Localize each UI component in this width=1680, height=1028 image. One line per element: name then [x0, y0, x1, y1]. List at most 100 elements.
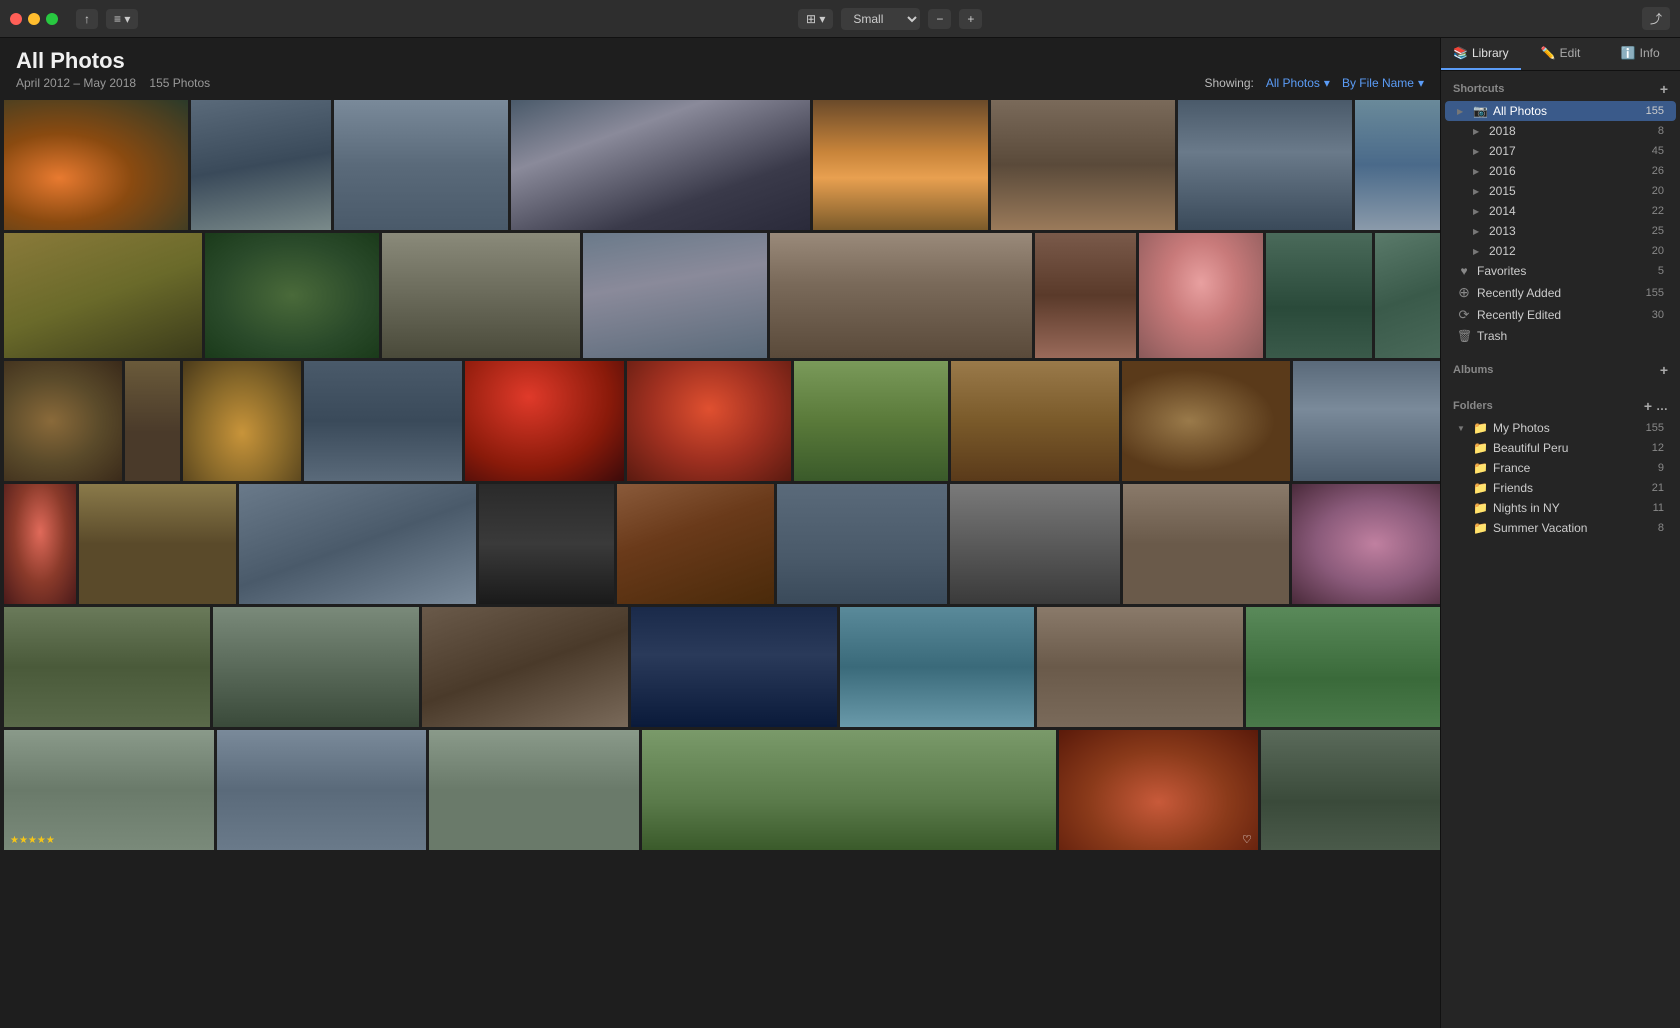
- view-button[interactable]: ⊞ ▾: [798, 9, 833, 29]
- year-2012-count: 20: [1652, 245, 1664, 257]
- sidebar-item-recently-added[interactable]: ⊕ Recently Added 155: [1445, 281, 1676, 304]
- photo-cell[interactable]: [1355, 100, 1440, 230]
- sidebar-item-summer-vacation[interactable]: 📁 Summer Vacation 8: [1445, 518, 1676, 538]
- photo-cell[interactable]: [4, 484, 76, 604]
- sidebar-item-my-photos[interactable]: ▼ 📁 My Photos 155: [1445, 418, 1676, 438]
- zoom-out-button[interactable]: −: [928, 9, 951, 29]
- sidebar-item-2012[interactable]: ▶ 2012 20: [1445, 241, 1676, 261]
- photo-cell[interactable]: [465, 361, 624, 481]
- tab-library[interactable]: 📚 Library: [1441, 38, 1521, 70]
- nights-in-ny-label: Nights in NY: [1493, 501, 1647, 515]
- sidebar-item-trash[interactable]: 🗑 Trash: [1445, 326, 1676, 346]
- photo-cell[interactable]: [1375, 233, 1440, 358]
- photo-cell[interactable]: [1261, 730, 1440, 850]
- photo-cell[interactable]: [4, 233, 202, 358]
- photo-cell[interactable]: [991, 100, 1175, 230]
- photo-cell[interactable]: [422, 607, 628, 727]
- edit-icon: ✏️: [1541, 46, 1556, 60]
- photo-cell[interactable]: [4, 607, 210, 727]
- favorites-label: Favorites: [1477, 264, 1652, 278]
- all-photos-count: 155: [1646, 105, 1664, 117]
- photo-cell[interactable]: [191, 100, 331, 230]
- photo-cell[interactable]: [794, 361, 948, 481]
- photo-cell[interactable]: ★★★★★: [4, 730, 214, 850]
- showing-dropdown[interactable]: All Photos ▾: [1266, 76, 1330, 90]
- sidebar-item-2013[interactable]: ▶ 2013 25: [1445, 221, 1676, 241]
- tab-info[interactable]: ℹ️ Info: [1600, 38, 1680, 70]
- sidebar-item-nights-in-ny[interactable]: 📁 Nights in NY 11: [1445, 498, 1676, 518]
- sort-dropdown[interactable]: By File Name ▾: [1342, 76, 1424, 90]
- content-meta: April 2012 – May 2018 155 Photos: [16, 76, 210, 90]
- photo-cell[interactable]: [1246, 607, 1440, 727]
- photo-cell[interactable]: [642, 730, 1056, 850]
- photo-cell[interactable]: [1139, 233, 1263, 358]
- add-album-button[interactable]: +: [1660, 362, 1668, 378]
- photo-cell[interactable]: [1037, 607, 1243, 727]
- friends-label: Friends: [1493, 481, 1646, 495]
- photo-cell[interactable]: [334, 100, 508, 230]
- shortcuts-label: Shortcuts: [1453, 83, 1504, 95]
- photo-cell[interactable]: [479, 484, 613, 604]
- sidebar-tabs: 📚 Library ✏️ Edit ℹ️ Info: [1441, 38, 1680, 71]
- photo-cell[interactable]: [511, 100, 810, 230]
- photo-cell[interactable]: [950, 484, 1120, 604]
- photo-cell[interactable]: [239, 484, 477, 604]
- sidebar-item-france[interactable]: 📁 France 9: [1445, 458, 1676, 478]
- fullscreen-button[interactable]: [46, 13, 58, 25]
- photo-cell[interactable]: [583, 233, 767, 358]
- sidebar-item-2018[interactable]: ▶ 2018 8: [1445, 121, 1676, 141]
- minimize-button[interactable]: [28, 13, 40, 25]
- photo-cell[interactable]: [770, 233, 1032, 358]
- photo-cell[interactable]: [4, 100, 188, 230]
- sidebar-item-2017[interactable]: ▶ 2017 45: [1445, 141, 1676, 161]
- photo-cell[interactable]: [4, 361, 122, 481]
- photo-cell[interactable]: [1035, 233, 1136, 358]
- close-button[interactable]: [10, 13, 22, 25]
- sidebar-item-2016[interactable]: ▶ 2016 26: [1445, 161, 1676, 181]
- photo-cell[interactable]: [631, 607, 837, 727]
- photo-cell[interactable]: [813, 100, 987, 230]
- photo-cell[interactable]: [1122, 361, 1290, 481]
- photo-cell[interactable]: [429, 730, 639, 850]
- add-shortcut-button[interactable]: +: [1660, 81, 1668, 97]
- photo-scroll[interactable]: ★★★★★ ♡: [0, 96, 1440, 1028]
- photo-cell[interactable]: [1292, 484, 1440, 604]
- share-button[interactable]: ⤴: [1642, 7, 1670, 30]
- photo-cell[interactable]: [183, 361, 301, 481]
- photo-cell[interactable]: [217, 730, 427, 850]
- sidebar-item-recently-edited[interactable]: ⟳ Recently Edited 30: [1445, 304, 1676, 326]
- sidebar-item-favorites[interactable]: ♥ Favorites 5: [1445, 261, 1676, 281]
- photo-cell[interactable]: [617, 484, 774, 604]
- photo-cell[interactable]: [777, 484, 947, 604]
- photo-cell[interactable]: [125, 361, 179, 481]
- tab-edit[interactable]: ✏️ Edit: [1521, 38, 1601, 70]
- france-label: France: [1493, 461, 1652, 475]
- add-folder-button[interactable]: +: [1644, 398, 1652, 414]
- photo-cell[interactable]: [205, 233, 380, 358]
- date-range: April 2012 – May 2018: [16, 76, 136, 90]
- photo-cell[interactable]: [304, 361, 463, 481]
- sidebar-item-2014[interactable]: ▶ 2014 22: [1445, 201, 1676, 221]
- sidebar-item-beautiful-peru[interactable]: 📁 Beautiful Peru 12: [1445, 438, 1676, 458]
- folder-icon: 📁: [1473, 501, 1487, 515]
- menu-button[interactable]: ≡ ▾: [106, 9, 138, 29]
- photo-cell[interactable]: [627, 361, 790, 481]
- sidebar-item-2015[interactable]: ▶ 2015 20: [1445, 181, 1676, 201]
- photo-cell[interactable]: [382, 233, 580, 358]
- photo-cell[interactable]: [951, 361, 1119, 481]
- import-button[interactable]: ↑: [76, 9, 98, 29]
- photo-cell[interactable]: [213, 607, 419, 727]
- photo-cell[interactable]: ♡: [1059, 730, 1258, 850]
- sidebar-item-friends[interactable]: 📁 Friends 21: [1445, 478, 1676, 498]
- photo-cell[interactable]: [1266, 233, 1372, 358]
- recently-added-count: 155: [1646, 287, 1664, 299]
- photo-cell[interactable]: [1293, 361, 1440, 481]
- zoom-in-button[interactable]: +: [959, 9, 982, 29]
- photo-cell[interactable]: [1178, 100, 1352, 230]
- photo-cell[interactable]: [79, 484, 236, 604]
- folder-more-button[interactable]: …: [1656, 399, 1668, 413]
- photo-cell[interactable]: [840, 607, 1035, 727]
- sidebar-item-all-photos[interactable]: ▶ 📷 All Photos 155: [1445, 101, 1676, 121]
- size-select[interactable]: Small Medium Large: [841, 8, 920, 30]
- photo-cell[interactable]: [1123, 484, 1289, 604]
